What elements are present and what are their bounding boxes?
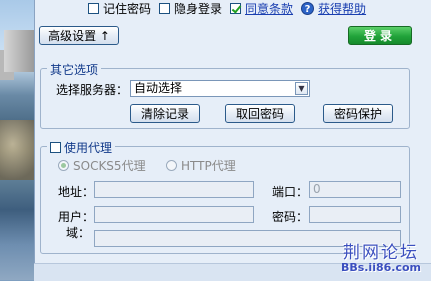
stealth-login-label: 隐身登录 (174, 2, 223, 16)
use-proxy-checkbox[interactable] (50, 142, 61, 153)
server-label: 选择服务器： (56, 83, 129, 97)
clear-records-button[interactable]: 清除记录 (130, 104, 200, 123)
address-label: 地址： (58, 185, 95, 199)
http-option[interactable]: HTTP代理 (166, 157, 236, 174)
watermark-url: BBs.ii86.com (340, 261, 421, 274)
help-icon[interactable]: ? (301, 2, 315, 15)
password-field[interactable] (309, 206, 401, 223)
use-proxy-legend[interactable]: 使用代理 (47, 139, 116, 156)
server-select-value: 自动选择 (134, 81, 183, 95)
agree-terms-link[interactable]: 同意条款 (245, 0, 293, 17)
chevron-down-icon[interactable]: ▼ (295, 82, 308, 95)
user-label: 用户： (58, 210, 95, 224)
user-field[interactable] (94, 206, 254, 223)
agree-terms-checkbox[interactable] (230, 3, 242, 14)
remember-password-label: 记住密码 (103, 2, 152, 16)
http-radio[interactable] (166, 160, 177, 171)
port-field[interactable]: 0 (309, 181, 401, 198)
socks5-label: SOCKS5代理 (73, 159, 146, 173)
domain-label: 域： (66, 226, 91, 240)
get-help-link[interactable]: 获得帮助 (318, 0, 366, 17)
advanced-settings-button[interactable]: 高级设置 ↑ (39, 26, 119, 45)
http-label: HTTP代理 (181, 159, 236, 173)
address-field[interactable] (94, 181, 254, 198)
other-options-legend: 其它选项 (47, 61, 102, 78)
login-button[interactable]: 登录 (348, 26, 412, 45)
use-proxy-label: 使用代理 (64, 141, 113, 155)
socks5-option[interactable]: SOCKS5代理 (58, 157, 146, 174)
remember-password-checkbox[interactable] (88, 3, 99, 14)
retrieve-password-button[interactable]: 取回密码 (225, 104, 295, 123)
watermark-title: 荆网论坛 (342, 243, 419, 263)
stealth-login-option[interactable]: 隐身登录 (159, 0, 222, 17)
port-label: 端口： (272, 185, 309, 199)
login-options-row: 记住密码 隐身登录 同意条款 ? 获得帮助 (88, 0, 374, 17)
stealth-login-checkbox[interactable] (159, 3, 171, 14)
get-help-option[interactable]: ? 获得帮助 (301, 0, 366, 17)
server-select[interactable]: 自动选择 ▼ (130, 80, 310, 97)
agree-terms-option[interactable]: 同意条款 (230, 0, 293, 17)
forum-watermark: 荆网论坛 BBs.ii86.com (341, 238, 421, 274)
password-protection-button[interactable]: 密码保护 (323, 104, 393, 123)
password-label: 密码： (272, 210, 309, 224)
scenery-building (4, 30, 34, 72)
remember-password-option[interactable]: 记住密码 (88, 0, 151, 17)
socks5-radio[interactable] (58, 160, 69, 171)
